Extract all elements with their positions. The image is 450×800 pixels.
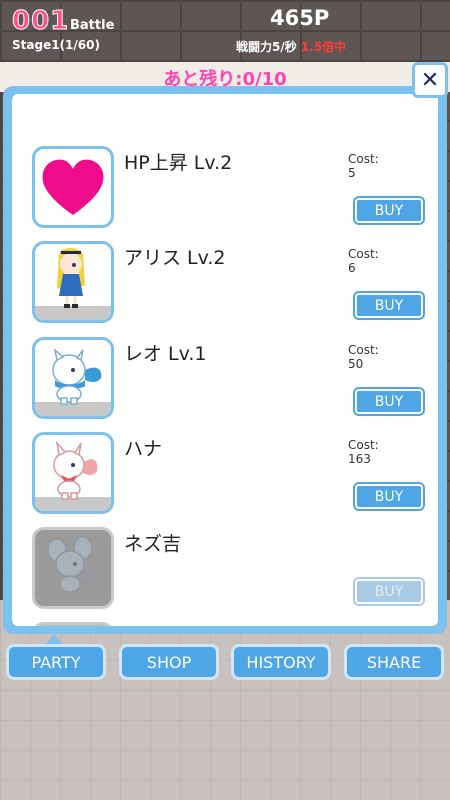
cost-label: Cost: — [348, 152, 379, 166]
cost-label: Cost: — [348, 438, 379, 452]
shop-item-nezukichi: ネズ吉 BUY — [12, 527, 438, 622]
power-rate: 戦闘力5/秒 1.5倍中 — [236, 38, 346, 55]
shop-panel: HP上昇 Lv.2 Cost: 5 BUY アリス Lv.2 Cost: 6 B… — [3, 86, 447, 634]
active-tab-pointer — [46, 634, 62, 644]
tab-share[interactable]: SHARE — [344, 644, 444, 680]
hud-header: 001 Battle Stage1(1/60) 465P 戦闘力5/秒 1.5倍… — [0, 0, 450, 62]
power-rate-text: 戦闘力5/秒 — [236, 40, 297, 54]
shop-item-unknown: ???? — [12, 622, 438, 626]
buy-button[interactable]: BUY — [353, 387, 425, 416]
cost-label: Cost: — [348, 343, 379, 357]
hana-character-icon — [53, 440, 98, 500]
item-thumbnail — [32, 146, 114, 228]
buy-button[interactable]: BUY — [353, 196, 425, 225]
item-thumbnail — [32, 432, 114, 514]
shop-item-hp: HP上昇 Lv.2 Cost: 5 BUY — [12, 146, 438, 241]
shop-item-leo: レオ Lv.1 Cost: 50 BUY — [12, 337, 438, 432]
item-name: ???? — [124, 624, 164, 626]
tab-shop[interactable]: SHOP — [119, 644, 219, 680]
item-thumbnail — [32, 337, 114, 419]
leo-character-icon — [52, 347, 102, 405]
cost-value: 163 — [348, 452, 371, 466]
item-thumbnail — [32, 622, 114, 626]
tab-history[interactable]: HISTORY — [231, 644, 331, 680]
item-name: ハナ — [124, 438, 163, 460]
multiplier-badge: 1.5倍中 — [300, 40, 347, 54]
shop-item-hana: ハナ Cost: 163 BUY — [12, 432, 438, 527]
cost-value: 50 — [348, 357, 364, 371]
mode-label: Battle — [70, 18, 115, 33]
bottom-tab-bar: PARTY SHOP HISTORY SHARE — [0, 644, 450, 682]
heart-icon — [42, 159, 104, 215]
stage-progress: Stage1(1/60) — [12, 38, 100, 52]
item-name: レオ Lv.1 — [124, 343, 207, 365]
buy-button-disabled: BUY — [353, 577, 425, 606]
stage-number: 001 — [11, 6, 70, 37]
buy-button[interactable]: BUY — [353, 482, 425, 511]
tab-party[interactable]: PARTY — [6, 644, 106, 680]
cost-label: Cost: — [348, 247, 379, 261]
item-thumbnail — [32, 241, 114, 323]
close-button[interactable]: ✕ — [412, 62, 448, 98]
alice-character-icon — [57, 248, 85, 308]
nezukichi-character-icon — [47, 536, 93, 593]
cost-value: 5 — [348, 166, 356, 180]
shop-list[interactable]: HP上昇 Lv.2 Cost: 5 BUY アリス Lv.2 Cost: 6 B… — [12, 94, 438, 626]
item-name: アリス Lv.2 — [124, 247, 226, 269]
item-name: HP上昇 Lv.2 — [124, 152, 233, 174]
item-thumbnail — [32, 527, 114, 609]
cost-value: 6 — [348, 261, 356, 275]
item-name: ネズ吉 — [124, 533, 182, 555]
unknown-character-icon — [35, 625, 111, 626]
buy-button[interactable]: BUY — [353, 291, 425, 320]
shop-item-alice: アリス Lv.2 Cost: 6 BUY — [12, 241, 438, 336]
points-counter: 465P — [270, 6, 330, 30]
